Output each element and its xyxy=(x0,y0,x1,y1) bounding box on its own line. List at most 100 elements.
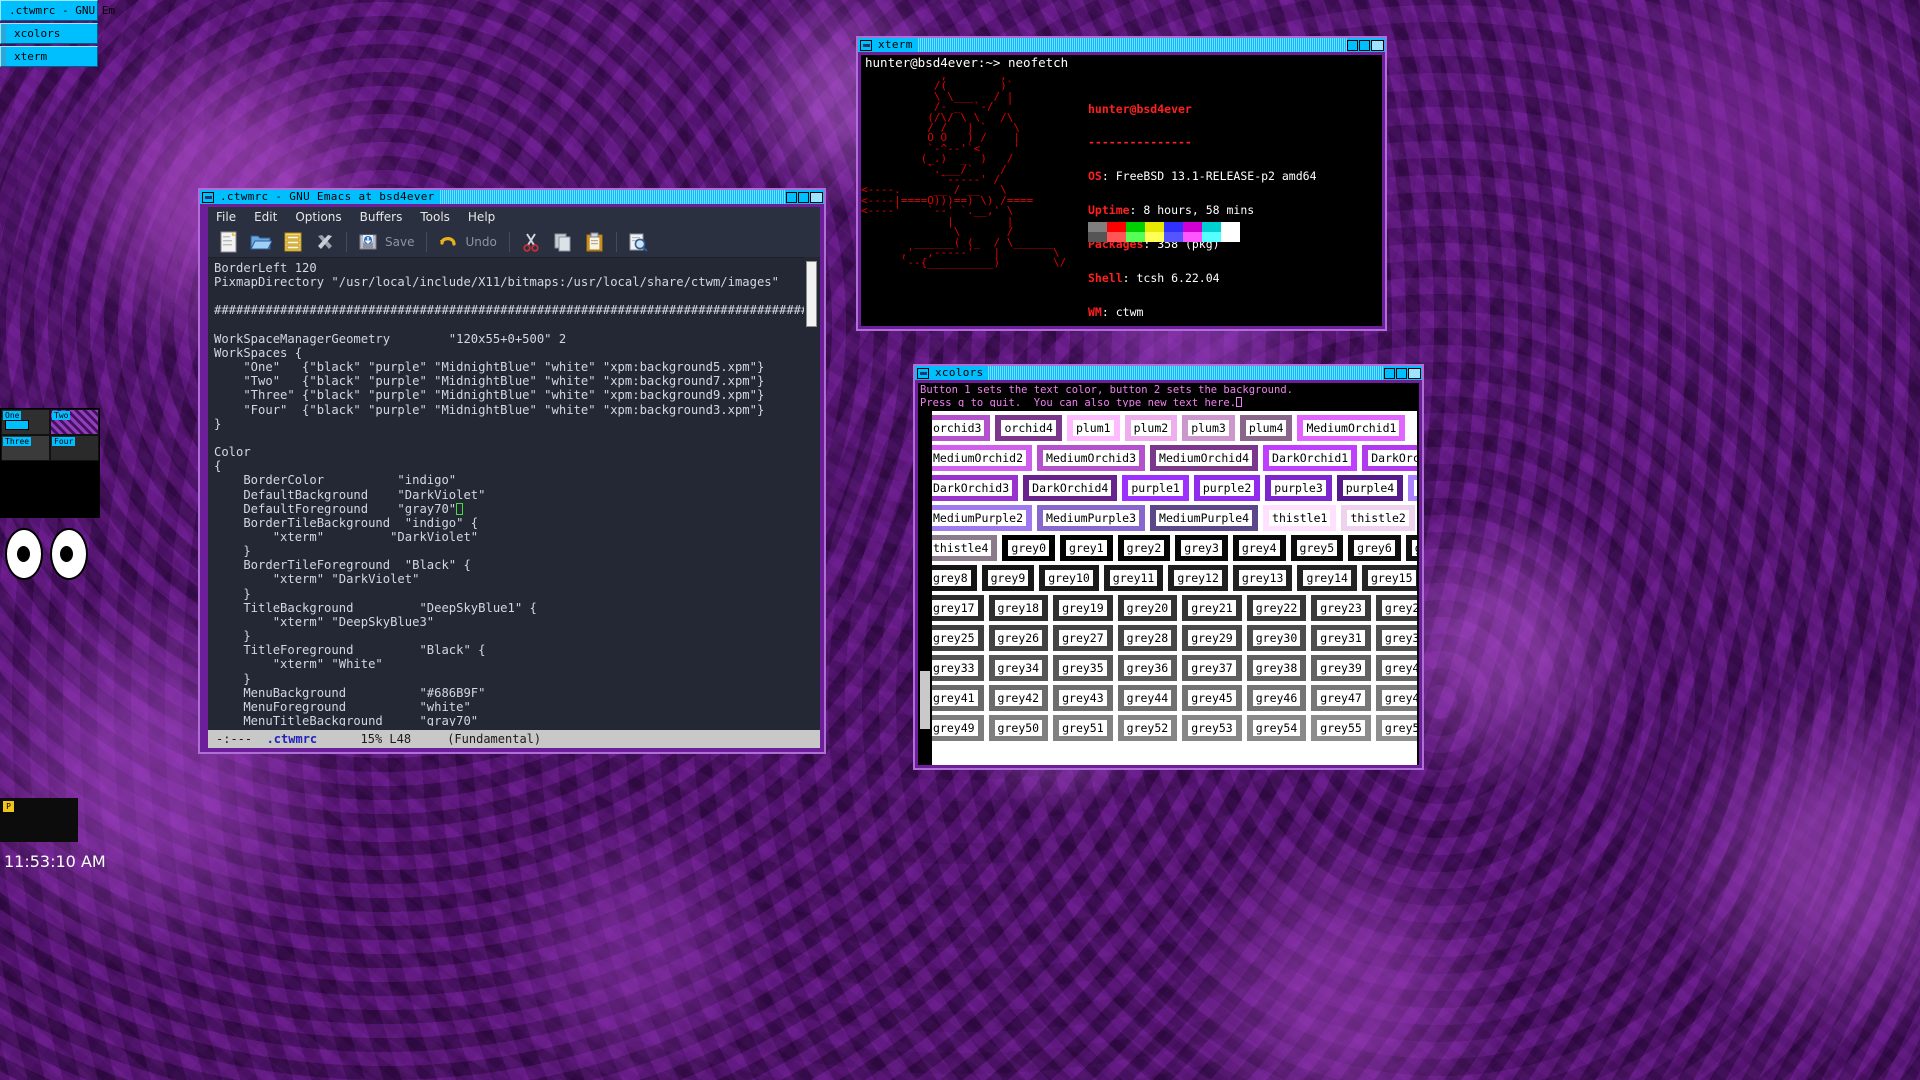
color-swatch[interactable]: grey2 xyxy=(1118,535,1171,561)
color-swatch[interactable]: MediumOrchid1 xyxy=(1297,415,1405,441)
maximize-icon[interactable] xyxy=(1371,40,1384,51)
icon-manager-item-xcolors[interactable]: xcolors xyxy=(0,23,98,44)
maximize-icon[interactable] xyxy=(1408,368,1421,379)
emacs-toolbar[interactable]: Save Undo xyxy=(208,227,820,258)
save-label[interactable]: Save xyxy=(385,229,420,255)
color-swatch[interactable]: grey40 xyxy=(1376,655,1417,681)
resize-icon[interactable] xyxy=(1359,40,1370,51)
color-swatch[interactable]: DarkOrchid4 xyxy=(1023,475,1117,501)
color-swatch[interactable]: grey20 xyxy=(1118,595,1178,621)
dired-icon[interactable] xyxy=(278,229,308,255)
color-swatch[interactable]: purple2 xyxy=(1194,475,1260,501)
color-swatch[interactable]: grey38 xyxy=(1247,655,1307,681)
workspace-one[interactable]: One xyxy=(1,409,50,435)
undo-label[interactable]: Undo xyxy=(465,229,502,255)
xcolors-title-buttons[interactable] xyxy=(1384,368,1422,379)
color-swatch[interactable]: orchid3 xyxy=(924,415,990,441)
color-swatch[interactable]: DarkOrchid1 xyxy=(1263,445,1357,471)
save-icon[interactable] xyxy=(353,229,383,255)
iconify-icon[interactable] xyxy=(786,192,797,203)
color-swatch[interactable]: grey53 xyxy=(1182,715,1242,741)
color-swatch[interactable]: grey5 xyxy=(1291,535,1344,561)
color-swatch[interactable]: grey4 xyxy=(1233,535,1286,561)
iconify-icon[interactable] xyxy=(1384,368,1395,379)
xcolors-swatch-canvas[interactable]: orchid3orchid4plum1plum2plum3plum4Medium… xyxy=(920,411,1417,765)
emacs-buffer-text[interactable]: BorderLeft 120 PixmapDirectory "/usr/loc… xyxy=(208,257,804,726)
color-swatch[interactable]: grey45 xyxy=(1182,685,1242,711)
color-swatch[interactable]: grey25 xyxy=(924,625,984,651)
color-swatch[interactable]: orchid4 xyxy=(995,415,1061,441)
emacs-client-area[interactable]: File Edit Options Buffers Tools Help xyxy=(208,207,820,748)
emacs-scrollbar[interactable] xyxy=(804,257,820,726)
color-swatch[interactable]: thistle2 xyxy=(1341,505,1414,531)
color-swatch[interactable]: grey43 xyxy=(1053,685,1113,711)
color-swatch[interactable]: MediumOrchid4 xyxy=(1150,445,1258,471)
color-swatch[interactable]: grey3 xyxy=(1175,535,1228,561)
color-swatch[interactable]: plum2 xyxy=(1125,415,1178,441)
color-swatch[interactable]: grey7 xyxy=(1406,535,1417,561)
xcolors-client-area[interactable]: Button 1 sets the text color, button 2 s… xyxy=(918,383,1419,765)
emacs-titlebar[interactable]: .ctwmrc - GNU Emacs at bsd4ever xyxy=(200,190,824,204)
color-swatch[interactable]: grey22 xyxy=(1247,595,1307,621)
color-swatch[interactable]: grey21 xyxy=(1182,595,1242,621)
xterm-screen[interactable]: hunter@bsd4ever:~> neofetch , , /( )` \ … xyxy=(861,55,1382,326)
color-swatch[interactable]: grey44 xyxy=(1118,685,1178,711)
color-swatch[interactable]: grey0 xyxy=(1002,535,1055,561)
menu-item-help[interactable]: Help xyxy=(468,207,495,227)
color-swatch[interactable]: grey15 xyxy=(1362,565,1417,591)
color-swatch[interactable]: grey27 xyxy=(1053,625,1113,651)
emacs-scrollbar-thumb[interactable] xyxy=(806,261,817,327)
color-swatch[interactable]: grey33 xyxy=(924,655,984,681)
color-swatch[interactable]: grey54 xyxy=(1247,715,1307,741)
color-swatch[interactable]: grey34 xyxy=(989,655,1049,681)
color-swatch[interactable]: purple4 xyxy=(1337,475,1403,501)
emacs-title-buttons[interactable] xyxy=(786,192,824,203)
color-swatch[interactable]: MediumPurple2 xyxy=(924,505,1032,531)
color-swatch[interactable]: grey1 xyxy=(1060,535,1113,561)
color-swatch[interactable]: thistle1 xyxy=(1263,505,1336,531)
color-swatch[interactable]: grey13 xyxy=(1233,565,1293,591)
color-swatch[interactable]: grey52 xyxy=(1118,715,1178,741)
xterm-title-buttons[interactable] xyxy=(1347,40,1385,51)
window-menu-icon[interactable] xyxy=(860,40,872,51)
color-swatch[interactable]: grey9 xyxy=(982,565,1035,591)
color-swatch[interactable]: grey26 xyxy=(989,625,1049,651)
color-swatch[interactable]: grey17 xyxy=(924,595,984,621)
color-swatch[interactable]: grey29 xyxy=(1182,625,1242,651)
color-swatch[interactable]: MediumPurple1 xyxy=(1408,475,1417,501)
workspace-mini-window[interactable] xyxy=(5,420,29,430)
new-file-icon[interactable] xyxy=(214,229,244,255)
color-swatch[interactable]: purple1 xyxy=(1122,475,1188,501)
workspace-four[interactable]: Four xyxy=(50,435,99,461)
xterm-window[interactable]: xterm hunter@bsd4ever:~> neofetch , , /(… xyxy=(856,36,1387,331)
color-swatch[interactable]: grey10 xyxy=(1039,565,1099,591)
color-swatch[interactable]: grey28 xyxy=(1118,625,1178,651)
color-swatch[interactable]: DarkOrchid3 xyxy=(924,475,1018,501)
color-swatch[interactable]: MediumOrchid2 xyxy=(924,445,1032,471)
search-icon[interactable] xyxy=(623,229,653,255)
color-swatch[interactable]: grey14 xyxy=(1297,565,1357,591)
emacs-window[interactable]: .ctwmrc - GNU Emacs at bsd4ever File Edi… xyxy=(198,188,826,754)
color-swatch[interactable]: plum3 xyxy=(1182,415,1235,441)
xterm-titlebar[interactable]: xterm xyxy=(858,38,1385,52)
color-swatch[interactable]: plum4 xyxy=(1240,415,1293,441)
window-menu-icon[interactable] xyxy=(202,192,214,203)
tray-badge[interactable]: P xyxy=(3,801,14,812)
emacs-menubar[interactable]: File Edit Options Buffers Tools Help xyxy=(208,207,820,227)
color-swatch[interactable]: DarkOrchid2 xyxy=(1362,445,1417,471)
color-swatch[interactable]: grey30 xyxy=(1247,625,1307,651)
color-swatch[interactable]: grey6 xyxy=(1348,535,1401,561)
workspace-two[interactable]: Two xyxy=(50,409,99,435)
color-swatch[interactable]: grey24 xyxy=(1376,595,1417,621)
color-swatch[interactable]: grey39 xyxy=(1311,655,1371,681)
color-swatch[interactable]: grey49 xyxy=(924,715,984,741)
menu-item-tools[interactable]: Tools xyxy=(420,207,450,227)
cut-icon[interactable] xyxy=(516,229,546,255)
color-swatch[interactable]: grey47 xyxy=(1311,685,1371,711)
icon-manager-item-emacs[interactable]: .ctwmrc - GNU Em xyxy=(0,0,98,21)
close-buffer-icon[interactable] xyxy=(310,229,340,255)
undo-icon[interactable] xyxy=(433,229,463,255)
menu-item-options[interactable]: Options xyxy=(295,207,341,227)
color-swatch[interactable]: grey32 xyxy=(1376,625,1417,651)
xcolors-vertical-scrollbar[interactable] xyxy=(918,411,932,765)
